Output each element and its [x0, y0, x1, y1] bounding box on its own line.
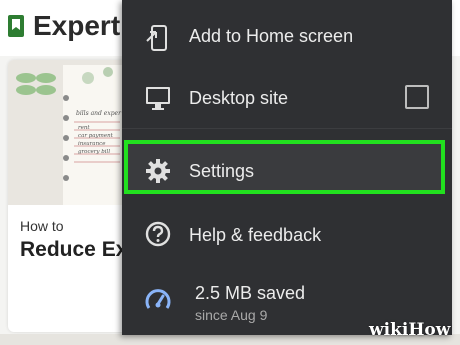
image-row: rent [78, 125, 90, 131]
image-row: grocery bill [78, 149, 110, 155]
desktop-monitor-icon [146, 87, 170, 110]
bookmark-icon [8, 15, 24, 37]
add-to-home-screen-icon [146, 25, 167, 51]
menu-divider [122, 128, 452, 129]
menu-item-label: Help & feedback [189, 225, 322, 245]
menu-item-label: Settings [189, 161, 255, 181]
image-row: car payment [78, 133, 114, 139]
menu-item-label: Add to Home screen [189, 26, 354, 46]
menu-item-add-to-home-screen[interactable]: Add to Home screen [122, 8, 452, 68]
card-prefix: How to [20, 218, 64, 234]
image-row: insurance [78, 141, 106, 147]
data-saved-amount: 2.5 MB saved [195, 283, 306, 303]
speedometer-icon [145, 289, 171, 309]
gear-icon [146, 159, 170, 183]
menu-item-settings[interactable]: Settings [122, 140, 452, 195]
menu-item-label: Desktop site [189, 88, 289, 108]
image-heading: bills and exper [76, 110, 122, 117]
menu-item-desktop-site[interactable]: Desktop site [122, 68, 452, 128]
desktop-site-checkbox[interactable] [405, 85, 429, 109]
data-saved-since: since Aug 9 [195, 307, 268, 323]
help-circle-icon [145, 221, 171, 247]
menu-item-help-feedback[interactable]: Help & feedback [122, 205, 452, 265]
wikihow-watermark: wikiHow [369, 320, 451, 340]
